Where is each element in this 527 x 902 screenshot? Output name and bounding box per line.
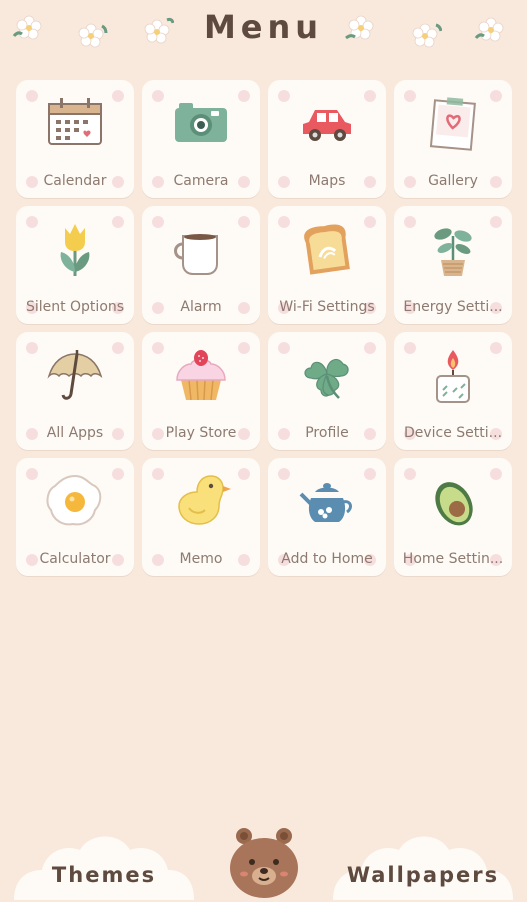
teapot-icon xyxy=(299,483,352,522)
app-tile-camera[interactable]: Camera xyxy=(142,80,260,198)
bear-icon[interactable] xyxy=(226,822,302,898)
calendar-icon xyxy=(48,98,102,145)
app-label: Energy Setti... xyxy=(403,299,503,315)
car-icon xyxy=(303,110,351,141)
themes-label: Themes xyxy=(51,863,157,887)
camera-icon xyxy=(175,103,227,142)
app-label: Wi-Fi Settings xyxy=(279,299,375,315)
candle-icon xyxy=(436,350,470,403)
app-tile-device-settings[interactable]: Device Setti... xyxy=(394,332,512,450)
page-title: Menu xyxy=(203,8,324,46)
app-label: Calculator xyxy=(39,551,111,567)
app-label: Device Setti... xyxy=(403,425,503,441)
app-tile-all-apps[interactable]: All Apps xyxy=(16,332,134,450)
umbrella-icon xyxy=(47,350,103,400)
app-tile-profile[interactable]: Profile xyxy=(268,332,386,450)
app-label: Play Store xyxy=(165,425,237,441)
wallpapers-label: Wallpapers xyxy=(346,863,500,887)
plant-icon xyxy=(434,228,472,276)
app-tile-memo[interactable]: Memo xyxy=(142,458,260,576)
cupcake-icon xyxy=(176,350,226,401)
app-tile-home-settings[interactable]: Home Settin... xyxy=(394,458,512,576)
app-tile-energy-settings[interactable]: Energy Setti... xyxy=(394,206,512,324)
themes-button[interactable]: Themes xyxy=(14,818,194,900)
app-label: Maps xyxy=(308,173,346,189)
photo-icon xyxy=(429,97,476,151)
app-tile-play-store[interactable]: Play Store xyxy=(142,332,260,450)
app-tile-maps[interactable]: Maps xyxy=(268,80,386,198)
app-tile-add-to-home[interactable]: Add to Home xyxy=(268,458,386,576)
app-label: Profile xyxy=(305,425,349,441)
toast-icon xyxy=(304,224,350,275)
app-label: Silent Options xyxy=(25,299,125,315)
mug-icon xyxy=(174,234,218,275)
avocado-icon xyxy=(435,482,473,526)
wallpapers-button[interactable]: Wallpapers xyxy=(333,818,513,900)
app-tile-alarm[interactable]: Alarm xyxy=(142,206,260,324)
app-label: All Apps xyxy=(46,425,104,441)
app-label: Home Settin... xyxy=(402,551,504,567)
app-tile-silent-options[interactable]: Silent Options xyxy=(16,206,134,324)
app-label: Camera xyxy=(173,173,229,189)
app-tile-calculator[interactable]: Calculator xyxy=(16,458,134,576)
app-tile-calendar[interactable]: Calendar xyxy=(16,80,134,198)
tulip-icon xyxy=(60,224,90,276)
app-label: Calendar xyxy=(43,173,107,189)
app-tile-gallery[interactable]: Gallery xyxy=(394,80,512,198)
cloud-shape xyxy=(333,836,513,900)
app-label: Alarm xyxy=(180,299,222,315)
fried-egg-icon xyxy=(46,474,102,526)
app-label: Memo xyxy=(179,551,223,567)
clover-icon xyxy=(304,359,349,399)
app-tile-wifi-settings[interactable]: Wi-Fi Settings xyxy=(268,206,386,324)
app-label: Gallery xyxy=(428,173,478,189)
chick-icon xyxy=(178,475,231,525)
cloud-shape xyxy=(14,836,194,900)
app-label: Add to Home xyxy=(281,551,373,567)
header: Menu xyxy=(0,0,527,62)
